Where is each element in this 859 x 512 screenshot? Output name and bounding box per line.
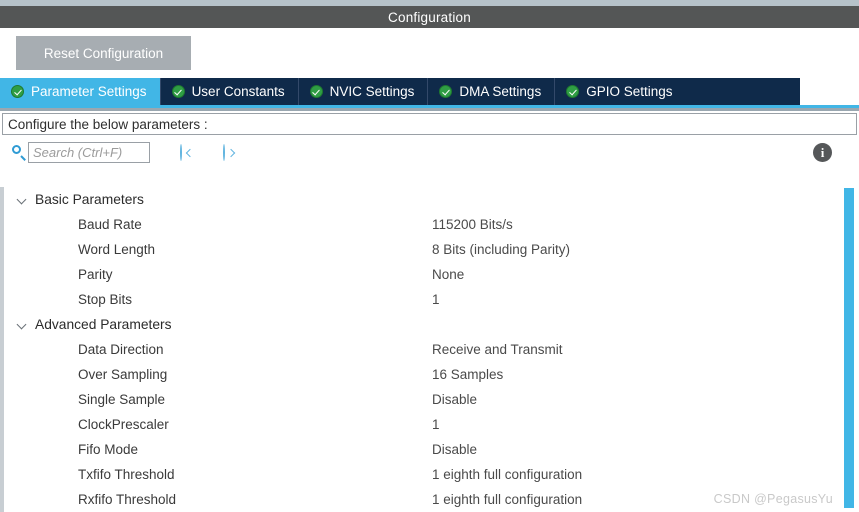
next-button-wrap [223, 144, 225, 161]
prev-button-wrap [180, 144, 182, 161]
parameter-name: Fifo Mode [78, 442, 139, 457]
parameter-value[interactable]: 8 Bits (including Parity) [432, 242, 570, 257]
info-icon[interactable]: i [813, 143, 832, 162]
circle-arrow-right-icon[interactable] [223, 144, 225, 161]
parameter-value[interactable]: Receive and Transmit [432, 342, 563, 357]
parameter-name: Rxfifo Threshold [78, 492, 177, 507]
table-row[interactable]: Word Length 8 Bits (including Parity) [4, 237, 859, 262]
check-circle-icon [566, 85, 580, 98]
group-label: Basic Parameters [35, 192, 144, 207]
reset-configuration-button[interactable]: Reset Configuration [16, 36, 191, 70]
search-icon [10, 144, 28, 162]
search-input[interactable] [28, 142, 150, 163]
table-row[interactable]: ClockPrescaler 1 [4, 412, 859, 437]
parameter-name: Baud Rate [78, 217, 142, 232]
parameter-name: Data Direction [78, 342, 164, 357]
toolbar-row: Reset Configuration [0, 28, 859, 78]
circle-arrow-left-icon[interactable] [180, 144, 182, 161]
parameter-value[interactable]: Disable [432, 392, 477, 407]
chevron-down-icon[interactable] [15, 318, 29, 332]
tab-bar: Parameter Settings User Constants NVIC S… [0, 78, 859, 105]
tab-gpio-settings[interactable]: GPIO Settings [554, 78, 685, 105]
tab-nvic-settings[interactable]: NVIC Settings [297, 78, 428, 105]
group-header-advanced-parameters[interactable]: Advanced Parameters [4, 312, 859, 337]
parameter-value[interactable]: 115200 Bits/s [432, 217, 513, 232]
check-circle-icon [309, 85, 323, 98]
tab-label: GPIO Settings [586, 84, 673, 99]
table-row[interactable]: Stop Bits 1 [4, 287, 859, 312]
parameter-name: Word Length [78, 242, 156, 257]
parameter-value[interactable]: 1 eighth full configuration [432, 492, 582, 507]
check-circle-icon [439, 85, 453, 98]
parameter-name: Single Sample [78, 392, 166, 407]
parameter-name: Parity [78, 267, 113, 282]
parameter-list: Basic Parameters Baud Rate 115200 Bits/s… [0, 187, 859, 512]
parameter-name: Txfifo Threshold [78, 467, 175, 482]
parameter-name: ClockPrescaler [78, 417, 169, 432]
group-header-basic-parameters[interactable]: Basic Parameters [4, 187, 859, 212]
group-label: Advanced Parameters [35, 317, 172, 332]
table-row[interactable]: Parity None [4, 262, 859, 287]
watermark: CSDN @PegasusYu [713, 492, 833, 506]
table-row[interactable]: Baud Rate 115200 Bits/s [4, 212, 859, 237]
parameter-value[interactable]: 1 eighth full configuration [432, 467, 582, 482]
tab-separator-line [0, 108, 859, 111]
table-row[interactable]: Fifo Mode Disable [4, 437, 859, 462]
search-row: i [0, 135, 859, 170]
tab-label: Parameter Settings [31, 84, 147, 99]
table-row[interactable]: Data Direction Receive and Transmit [4, 337, 859, 362]
check-circle-icon [11, 85, 24, 98]
page-title: Configuration [388, 9, 471, 25]
tab-label: User Constants [191, 84, 285, 99]
tab-user-constants[interactable]: User Constants [159, 78, 298, 105]
tab-dma-settings[interactable]: DMA Settings [427, 78, 554, 105]
table-row[interactable]: Over Sampling 16 Samples [4, 362, 859, 387]
parameter-value[interactable]: 16 Samples [432, 367, 503, 382]
table-row[interactable]: Single Sample Disable [4, 387, 859, 412]
parameter-name: Stop Bits [78, 292, 133, 307]
table-row[interactable]: Txfifo Threshold 1 eighth full configura… [4, 462, 859, 487]
check-circle-icon [171, 85, 185, 98]
chevron-down-icon[interactable] [15, 193, 29, 207]
vertical-scrollbar-thumb[interactable] [844, 188, 854, 508]
tab-label: DMA Settings [459, 84, 542, 99]
tab-parameter-settings[interactable]: Parameter Settings [0, 78, 160, 105]
parameter-value[interactable]: None [432, 267, 464, 282]
configure-bar: Configure the below parameters : [2, 113, 857, 135]
parameter-name: Over Sampling [78, 367, 168, 382]
window-titlebar: Configuration [0, 6, 859, 28]
configure-bar-label: Configure the below parameters : [8, 116, 208, 132]
parameter-value[interactable]: 1 [432, 292, 440, 307]
parameter-value[interactable]: Disable [432, 442, 477, 457]
parameter-value[interactable]: 1 [432, 417, 440, 432]
tab-label: NVIC Settings [329, 84, 415, 99]
